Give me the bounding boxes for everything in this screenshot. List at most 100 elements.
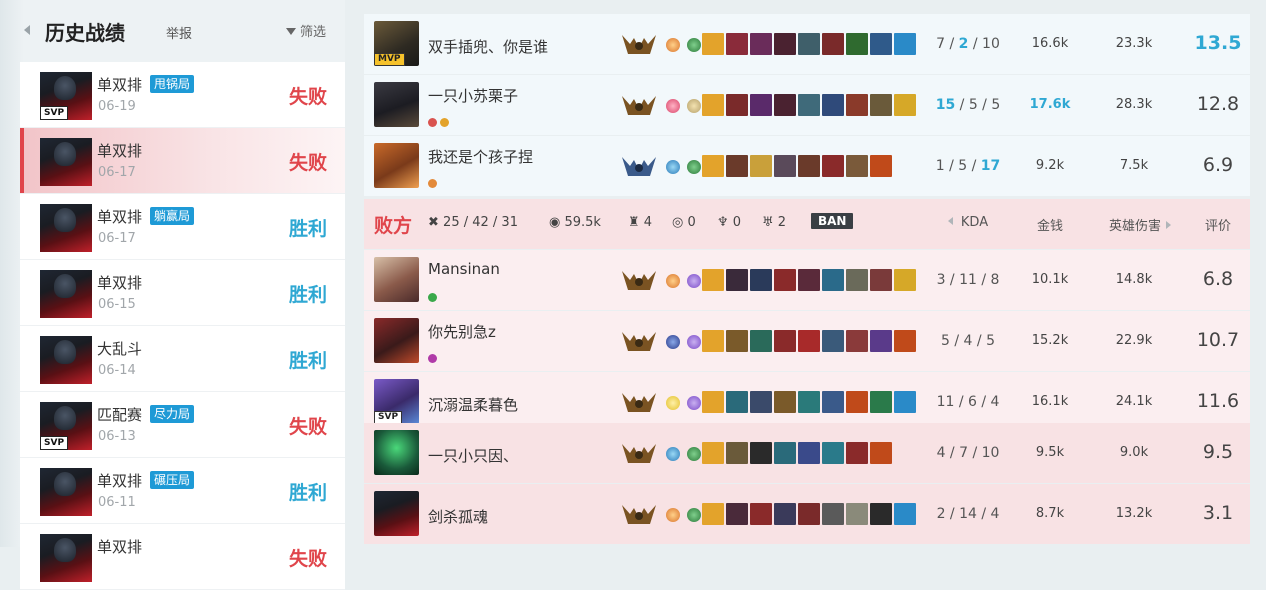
inhibitor-icon: ◎ — [672, 215, 684, 230]
gold: 17.6k — [1029, 97, 1071, 112]
match-item[interactable]: 单双排 躺赢局 06-17 胜利 — [20, 194, 345, 260]
player-row[interactable]: 我还是个孩子捏 1 / 5 / 17 9.2k 7.5k 6.9 — [364, 136, 1250, 196]
player-tags — [428, 112, 452, 131]
player-row[interactable]: Mansinan 3 / 11 / 8 10.1k 14.8k 6.8 — [364, 250, 1250, 310]
coin-icon — [440, 118, 449, 127]
item-icon — [822, 391, 844, 413]
match-date: 06-14 — [98, 363, 136, 378]
gold: 8.7k — [1035, 506, 1065, 521]
item-icon — [702, 33, 724, 55]
back-arrow-icon[interactable] — [24, 25, 30, 35]
summoner-spells — [666, 392, 703, 411]
item-icon — [822, 155, 844, 177]
player-row[interactable]: 一只小苏栗子 15 / 5 / 5 17.6k 28.3k 12.8 — [364, 75, 1250, 135]
item-icon — [894, 269, 916, 291]
item-icon — [798, 442, 820, 464]
match-mode: 单双排 — [97, 142, 143, 160]
kda: 7 / 2 / 10 — [936, 36, 1000, 52]
item-icon — [846, 269, 868, 291]
report-link[interactable]: 举报 — [166, 23, 192, 42]
item-icon — [750, 503, 772, 525]
match-mode: 大乱斗 — [97, 340, 143, 358]
match-result: 失败 — [288, 416, 327, 438]
item-icon — [894, 503, 916, 525]
match-item[interactable]: 单双排 碾压局 06-11 胜利 — [20, 458, 345, 524]
match-result: 失败 — [288, 86, 327, 108]
match-date: 06-17 — [98, 231, 136, 246]
player-row[interactable]: 剑杀孤魂 2 / 14 / 4 8.7k 13.2k 3.1 — [364, 484, 1250, 544]
rank-emblem-icon — [622, 268, 656, 292]
tag-icon — [428, 354, 437, 363]
player-name[interactable]: Mansinan — [428, 260, 500, 278]
match-mode: 匹配赛 — [97, 406, 143, 424]
match-item[interactable]: 单双排 失败 — [20, 524, 345, 590]
item-slots — [702, 442, 894, 464]
tag-icon — [428, 179, 437, 188]
match-item[interactable]: 大乱斗 06-14 胜利 — [20, 326, 345, 392]
player-name[interactable]: 我还是个孩子捏 — [428, 146, 533, 167]
item-slots — [702, 503, 918, 525]
kda: 1 / 5 / 17 — [935, 158, 1001, 174]
item-icon — [822, 330, 844, 352]
item-icon — [774, 33, 796, 55]
score: 13.5 — [1194, 32, 1242, 54]
match-result: 胜利 — [288, 482, 327, 504]
champion-avatar — [40, 270, 92, 318]
player-name[interactable]: 一只小苏栗子 — [428, 85, 518, 106]
damage: 9.0k — [1119, 445, 1149, 460]
player-name[interactable]: 剑杀孤魂 — [428, 506, 488, 527]
team-kda: ✖ 25 / 42 / 31 — [428, 215, 518, 230]
item-icon — [798, 94, 820, 116]
damage: 13.2k — [1115, 506, 1153, 521]
player-row[interactable]: 一只小只因、 4 / 7 / 10 9.5k 9.0k 9.5 — [364, 423, 1250, 483]
match-item-selected[interactable]: 单双排 06-17 失败 — [20, 128, 345, 194]
col-kda-header[interactable]: KDA — [931, 215, 1005, 230]
score: 10.7 — [1196, 329, 1240, 351]
rank-emblem-icon — [622, 502, 656, 526]
tag-icon — [428, 118, 437, 127]
summoner-spells — [666, 443, 703, 462]
champion-icon: SVP — [374, 379, 419, 424]
match-tag: 甩锅局 — [150, 75, 195, 93]
player-name[interactable]: 沉溺温柔暮色 — [428, 394, 518, 415]
player-row[interactable]: 你先别急z 5 / 4 / 5 15.2k 22.9k 10.7 — [364, 311, 1250, 371]
tower-icon: ♜ — [628, 215, 640, 230]
item-icon — [750, 442, 772, 464]
item-icon — [774, 269, 796, 291]
col-damage-header[interactable]: 英雄伤害 — [1100, 215, 1180, 234]
match-item[interactable]: SVP 单双排 甩锅局 06-19 失败 — [20, 62, 345, 128]
rune-icon — [687, 507, 702, 522]
kills: 15 — [935, 97, 956, 113]
history-header: 历史战绩 举报 筛选 — [0, 0, 345, 62]
item-icon — [702, 391, 724, 413]
summoner-spells — [666, 34, 703, 53]
rank-emblem-icon — [622, 441, 656, 465]
rune-icon — [666, 98, 680, 113]
champion-avatar — [40, 534, 92, 582]
match-result: 失败 — [288, 152, 327, 174]
player-name[interactable]: 一只小只因、 — [428, 445, 518, 466]
player-row[interactable]: MVP 双手插兜、你是谁 7 / 2 / 10 16.6k 23.3k 13.5 — [364, 14, 1250, 74]
team-inhibitors: ◎ 0 — [672, 215, 696, 230]
player-name[interactable]: 你先别急z — [428, 321, 496, 342]
item-icon — [702, 330, 724, 352]
rune-icon — [666, 37, 680, 52]
item-icon — [822, 33, 844, 55]
rune-icon — [687, 395, 702, 410]
match-item[interactable]: 单双排 06-15 胜利 — [20, 260, 345, 326]
ban-button[interactable]: BAN — [811, 213, 854, 229]
match-item[interactable]: SVP 匹配赛 尽力局 06-13 失败 — [20, 392, 345, 458]
player-name[interactable]: 双手插兜、你是谁 — [428, 36, 548, 57]
summoner-spells — [666, 156, 703, 175]
match-date: 06-15 — [98, 297, 136, 312]
summoner-spells — [666, 331, 703, 350]
rune-icon — [666, 507, 680, 522]
champion-icon — [374, 318, 419, 363]
item-slots — [702, 33, 918, 55]
filter-button[interactable]: 筛选 — [286, 21, 326, 40]
score: 6.9 — [1202, 154, 1234, 176]
col-gold-header[interactable]: 金钱 — [1020, 215, 1080, 234]
kda: 4 / 7 / 10 — [936, 445, 1000, 461]
col-score-header[interactable]: 评价 — [1186, 215, 1250, 234]
kda: 15 / 5 / 5 — [935, 97, 1001, 113]
